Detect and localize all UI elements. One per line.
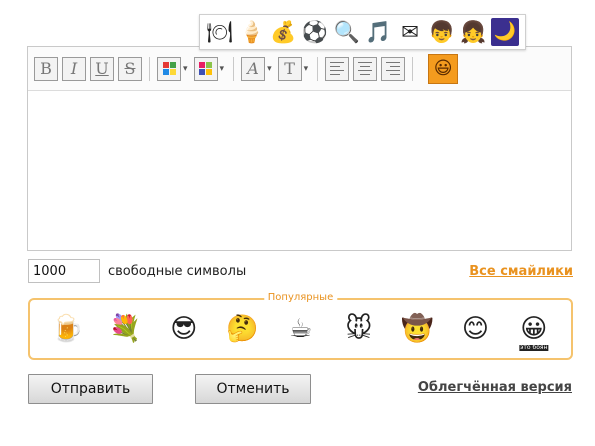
background-color-dropdown[interactable]: ▾ <box>193 56 229 81</box>
font-size-icon: T <box>277 56 302 81</box>
align-right-button[interactable] <box>381 56 406 81</box>
smiley-with-flowers-icon[interactable]: 💐 <box>106 309 144 349</box>
smiley-sign-glyph: 😀 <box>520 314 548 344</box>
background-color-swatch <box>206 69 213 75</box>
toolbar-separator <box>317 56 319 81</box>
align-center-button[interactable] <box>353 56 378 81</box>
background-color-icon <box>193 56 218 81</box>
cutlery-icon[interactable]: 🍽 <box>206 18 234 46</box>
align-left-button[interactable] <box>325 56 350 81</box>
smiley-with-cup-icon[interactable]: ☕ <box>281 309 319 349</box>
toolbar-separator <box>149 56 150 81</box>
smiley-sign-caption: это боян <box>519 344 549 351</box>
girl-icon[interactable]: 👧 <box>459 18 487 46</box>
chevron-down-icon: ▾ <box>303 63 309 74</box>
strikethrough-button[interactable]: S <box>118 56 142 81</box>
characters-left-label: свободные символы <box>108 263 247 279</box>
smiley-picker-button[interactable]: 😃 <box>428 53 459 84</box>
magnifier-icon[interactable]: 🔍 <box>333 18 361 46</box>
underline-button[interactable]: U <box>90 56 114 81</box>
message-textarea[interactable] <box>28 91 571 249</box>
envelope-icon[interactable]: ✉ <box>396 18 424 46</box>
italic-button[interactable]: I <box>62 56 86 81</box>
background-color-swatch <box>206 62 213 68</box>
popular-legend: Популярные <box>263 292 338 303</box>
toolbar-separator <box>412 56 414 81</box>
cowboy-hat-icon[interactable]: 🤠 <box>398 309 436 349</box>
boy-icon[interactable]: 👦 <box>428 18 456 46</box>
text-color-swatch <box>162 62 169 68</box>
smiley-with-stick-icon[interactable]: 😊 <box>456 309 494 349</box>
send-button[interactable]: Отправить <box>28 374 153 404</box>
text-color-dropdown[interactable]: ▾ <box>157 56 192 81</box>
text-color-swatch <box>169 69 176 75</box>
lite-version-link[interactable]: Облегчённая версия <box>418 380 572 395</box>
music-note-icon[interactable]: 🎵 <box>364 18 392 46</box>
text-color-icon <box>157 56 181 81</box>
bold-button[interactable]: B <box>34 56 58 81</box>
smiley-with-beer-icon[interactable]: 🍺 <box>48 309 86 349</box>
smiley-thinking-icon[interactable]: 🤔 <box>223 309 261 349</box>
character-counter-row: свободные символы Все смайлики <box>28 258 573 284</box>
font-face-icon: A <box>241 56 266 81</box>
all-smileys-link[interactable]: Все смайлики <box>469 264 573 279</box>
background-color-swatch <box>199 69 206 75</box>
dollar-icon[interactable]: 💰 <box>269 18 297 46</box>
moon-night-icon[interactable]: 🌙 <box>491 18 520 46</box>
characters-left-field[interactable] <box>28 259 100 283</box>
mouse-icon[interactable]: 🐭 <box>340 309 378 349</box>
background-color-swatch <box>199 62 206 68</box>
text-color-swatch <box>162 69 169 75</box>
smiley-sign-icon[interactable]: 😀 это боян <box>515 309 553 351</box>
popular-smileys-list: 🍺 💐 😎 🤔 ☕ 🐭 🤠 😊 😀 это боян <box>30 300 571 358</box>
message-editor: B I U S ▾ ▾ A ▾ T ▾ 😃 <box>27 46 572 251</box>
popular-smileys-panel: Популярные 🍺 💐 😎 🤔 ☕ 🐭 🤠 😊 😀 это боян <box>28 292 573 360</box>
toolbar-separator <box>233 56 235 81</box>
emoji-strip: 🍽 🍦 💰 ⚽ 🔍 🎵 ✉ 👦 👧 🌙 <box>199 14 526 50</box>
font-face-dropdown[interactable]: A ▾ <box>241 56 276 81</box>
text-color-swatch <box>169 62 176 68</box>
chevron-down-icon: ▾ <box>219 63 225 74</box>
formatting-toolbar: B I U S ▾ ▾ A ▾ T ▾ 😃 <box>28 47 571 91</box>
smiley-icon: 😃 <box>433 58 453 79</box>
chevron-down-icon: ▾ <box>183 63 188 74</box>
ice-cream-icon[interactable]: 🍦 <box>238 18 266 46</box>
chevron-down-icon: ▾ <box>267 63 272 74</box>
soccer-ball-icon[interactable]: ⚽ <box>301 18 329 46</box>
font-size-dropdown[interactable]: T ▾ <box>277 56 313 81</box>
cancel-button[interactable]: Отменить <box>195 374 311 404</box>
smiley-with-tank-icon[interactable]: 😎 <box>165 309 203 349</box>
